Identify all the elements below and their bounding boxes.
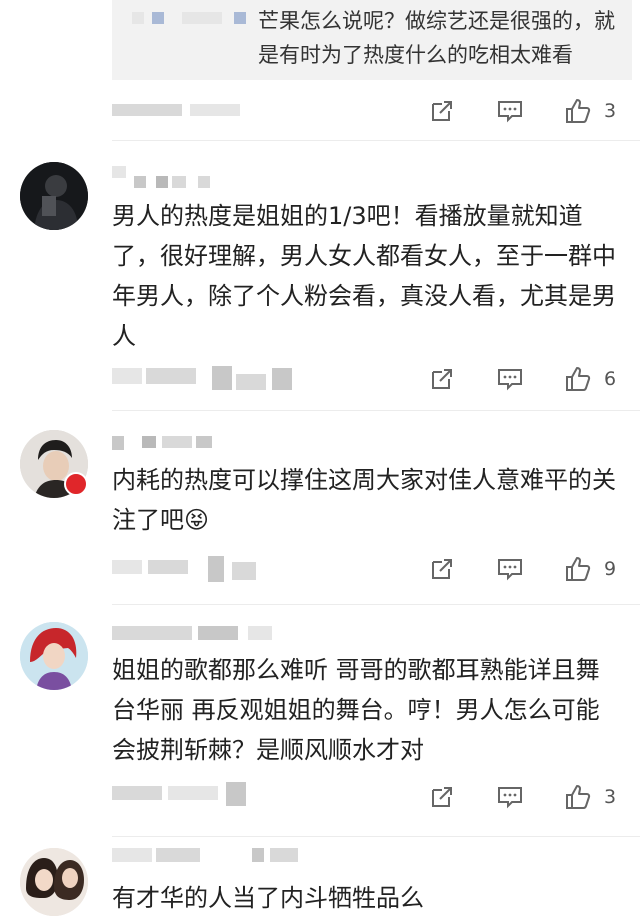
comment-icon [498,101,522,123]
blurred-username [182,12,222,24]
share-icon [432,787,452,807]
share-icon [432,559,452,579]
verified-badge [64,472,88,496]
comment-text: 男人的热度是姐姐的1/3吧！看播放量就知道了，很好理解，男人女人都看女人，至于一… [112,202,616,350]
user-avatar-icon[interactable] [20,848,88,916]
comment-text: 有才华的人当了内斗牺牲品么 [112,884,424,912]
divider [112,140,640,141]
like-button[interactable] [558,364,598,394]
thumbs-up-icon [566,785,591,809]
share-icon [432,101,452,121]
share-button[interactable] [422,782,462,812]
divider [112,410,640,411]
comment-actions: 9 [422,554,626,584]
like-button[interactable] [558,782,598,812]
comment-item: 姐姐的歌都那么难听 哥哥的歌都耳熟能详且舞台华丽 再反观姐姐的舞台。哼！男人怎么… [0,614,640,834]
blurred-timestamp [112,104,182,116]
blurred-username [234,12,246,24]
comment-button[interactable] [490,364,530,394]
reply-text-content: 芒果怎么说呢？做综艺还是很强的，就是有时为了热度什么的吃相太难看 [258,9,615,67]
comment-text: 内耗的热度可以撑住这周大家对佳人意难平的关注了吧😝 [112,460,622,540]
share-button[interactable] [422,364,462,394]
comment-icon [498,559,522,581]
comment-actions: 6 [422,364,626,394]
comment-button[interactable] [490,96,530,126]
blurred-username [132,12,144,24]
share-button[interactable] [422,96,462,126]
comment-icon [498,787,522,809]
like-count: 3 [604,786,617,808]
comment-actions: 3 [422,782,626,812]
comment-button[interactable] [490,782,530,812]
emoji-sticker: 😝 [184,506,210,534]
comment-item: 有才华的人当了内斗牺牲品么 [0,842,640,924]
blurred-username [152,12,164,24]
blurred-timestamp [190,104,240,116]
thumbs-up-icon [566,99,591,123]
comment-item: 内耗的热度可以撑住这周大家对佳人意难平的关注了吧😝 9 [0,420,640,600]
like-count: 3 [604,100,617,122]
thumbs-up-icon [566,557,591,581]
share-icon [432,369,452,389]
comment-icon [498,369,522,391]
share-button[interactable] [422,554,462,584]
reply-actions: 3 [422,96,626,126]
like-button[interactable] [558,554,598,584]
comment-text: 姐姐的歌都那么难听 哥哥的歌都耳熟能详且舞台华丽 再反观姐姐的舞台。哼！男人怎么… [112,656,600,764]
divider [112,836,640,837]
reply-block: 芒果怎么说呢？做综艺还是很强的，就是有时为了热度什么的吃相太难看 [112,0,632,80]
like-count: 6 [604,368,617,390]
like-button[interactable] [558,96,598,126]
comment-item: 男人的热度是姐姐的1/3吧！看播放量就知道了，很好理解，男人女人都看女人，至于一… [0,150,640,405]
thumbs-up-icon [566,367,591,391]
user-avatar-icon[interactable] [20,622,88,690]
user-avatar-icon[interactable] [20,162,88,230]
divider [112,604,640,605]
comment-button[interactable] [490,554,530,584]
like-count: 9 [604,558,617,580]
